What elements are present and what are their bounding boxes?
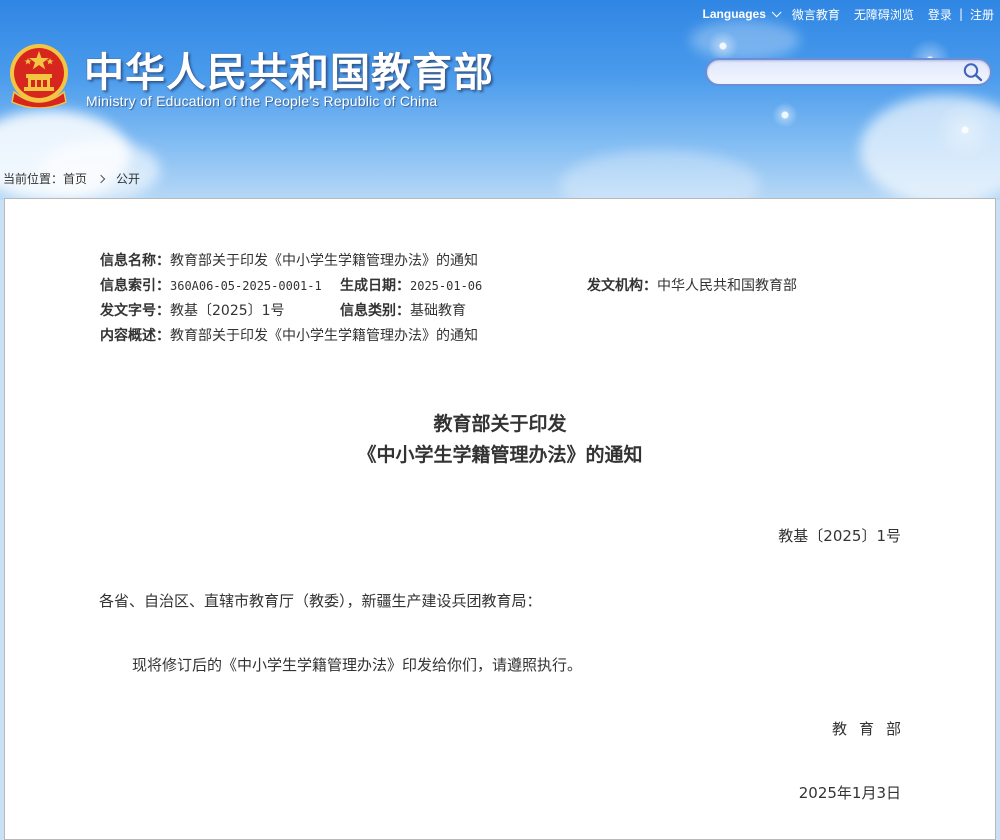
info-name-label: 信息名称： xyxy=(100,253,170,269)
document-date: 2025年1月3日 xyxy=(798,784,901,802)
generated-date-label: 生成日期： xyxy=(340,278,410,294)
document-number: 教基〔2025〕1号 xyxy=(778,527,901,545)
weibo-link[interactable]: 微言教育 xyxy=(792,6,840,23)
document-title: 教育部关于印发 《中小学生学籍管理办法》的通知 xyxy=(5,409,995,471)
search-icon[interactable] xyxy=(962,62,984,82)
doc-no-value: 教基〔2025〕1号 xyxy=(170,303,285,319)
summary-label: 内容概述： xyxy=(100,328,170,344)
register-link[interactable]: 注册 xyxy=(970,6,994,23)
topbar-separator: | xyxy=(958,7,963,21)
meta-row-index: 信息索引：360A06-05-2025-0001-1 生成日期：2025-01-… xyxy=(100,276,797,301)
document-addressee: 各省、自治区、直辖市教育厅（教委），新疆生产建设兵团教育局： xyxy=(99,592,542,610)
document-body-paragraph: 现将修订后的《中小学生学籍管理办法》印发给你们，请遵照执行。 xyxy=(132,656,583,674)
accessibility-link[interactable]: 无障碍浏览 xyxy=(854,6,914,23)
search-box xyxy=(705,58,992,86)
index-value: 360A06-05-2025-0001-1 xyxy=(170,279,322,293)
info-name-value: 教育部关于印发《中小学生学籍管理办法》的通知 xyxy=(170,253,478,269)
breadcrumb-home-link[interactable]: 首页 xyxy=(63,170,87,187)
info-metadata-table: 信息名称：教育部关于印发《中小学生学籍管理办法》的通知 信息索引：360A06-… xyxy=(100,251,797,351)
document-title-line-1: 教育部关于印发 xyxy=(433,413,567,435)
national-emblem-icon xyxy=(10,44,68,108)
chevron-right-icon xyxy=(96,174,106,183)
issuer-label: 发文机构： xyxy=(587,278,657,294)
top-nav-bar: Languages 微言教育 无障碍浏览 登录 | 注册 xyxy=(703,5,994,23)
site-title: 中华人民共和国教育部 xyxy=(84,50,494,96)
document-panel: 信息名称：教育部关于印发《中小学生学籍管理办法》的通知 信息索引：360A06-… xyxy=(4,198,996,840)
meta-row-summary: 内容概述：教育部关于印发《中小学生学籍管理办法》的通知 xyxy=(100,326,478,351)
breadcrumb-current-link[interactable]: 公开 xyxy=(116,170,140,187)
chevron-down-icon xyxy=(771,6,782,17)
breadcrumb: 当前位置： 首页 公开 xyxy=(3,170,140,187)
login-link[interactable]: 登录 xyxy=(928,6,952,23)
summary-value: 教育部关于印发《中小学生学籍管理办法》的通知 xyxy=(170,328,478,344)
dandelion-decoration xyxy=(930,95,1000,165)
languages-dropdown[interactable]: Languages xyxy=(702,6,782,21)
document-title-line-2: 《中小学生学籍管理办法》的通知 xyxy=(357,444,643,466)
site-header: 中华人民共和国教育部 Ministry of Education of the … xyxy=(0,0,1000,200)
dandelion-decoration xyxy=(770,100,800,130)
index-label: 信息索引： xyxy=(100,278,170,294)
generated-date-value: 2025-01-06 xyxy=(410,279,483,293)
languages-label: Languages xyxy=(702,7,766,21)
search-input[interactable] xyxy=(719,62,963,84)
issuer-value: 中华人民共和国教育部 xyxy=(657,278,797,294)
category-value: 基础教育 xyxy=(410,303,466,319)
category-label: 信息类别： xyxy=(340,303,410,319)
breadcrumb-prefix: 当前位置： xyxy=(3,172,64,186)
meta-row-info-name: 信息名称：教育部关于印发《中小学生学籍管理办法》的通知 xyxy=(100,251,478,276)
meta-row-doc-no: 发文字号：教基〔2025〕1号 信息类别：基础教育 xyxy=(100,301,478,326)
document-signature: 教育部 xyxy=(831,720,913,738)
cloud-decoration xyxy=(560,150,760,200)
site-subtitle: Ministry of Education of the People's Re… xyxy=(86,93,438,109)
doc-no-label: 发文字号： xyxy=(100,303,170,319)
